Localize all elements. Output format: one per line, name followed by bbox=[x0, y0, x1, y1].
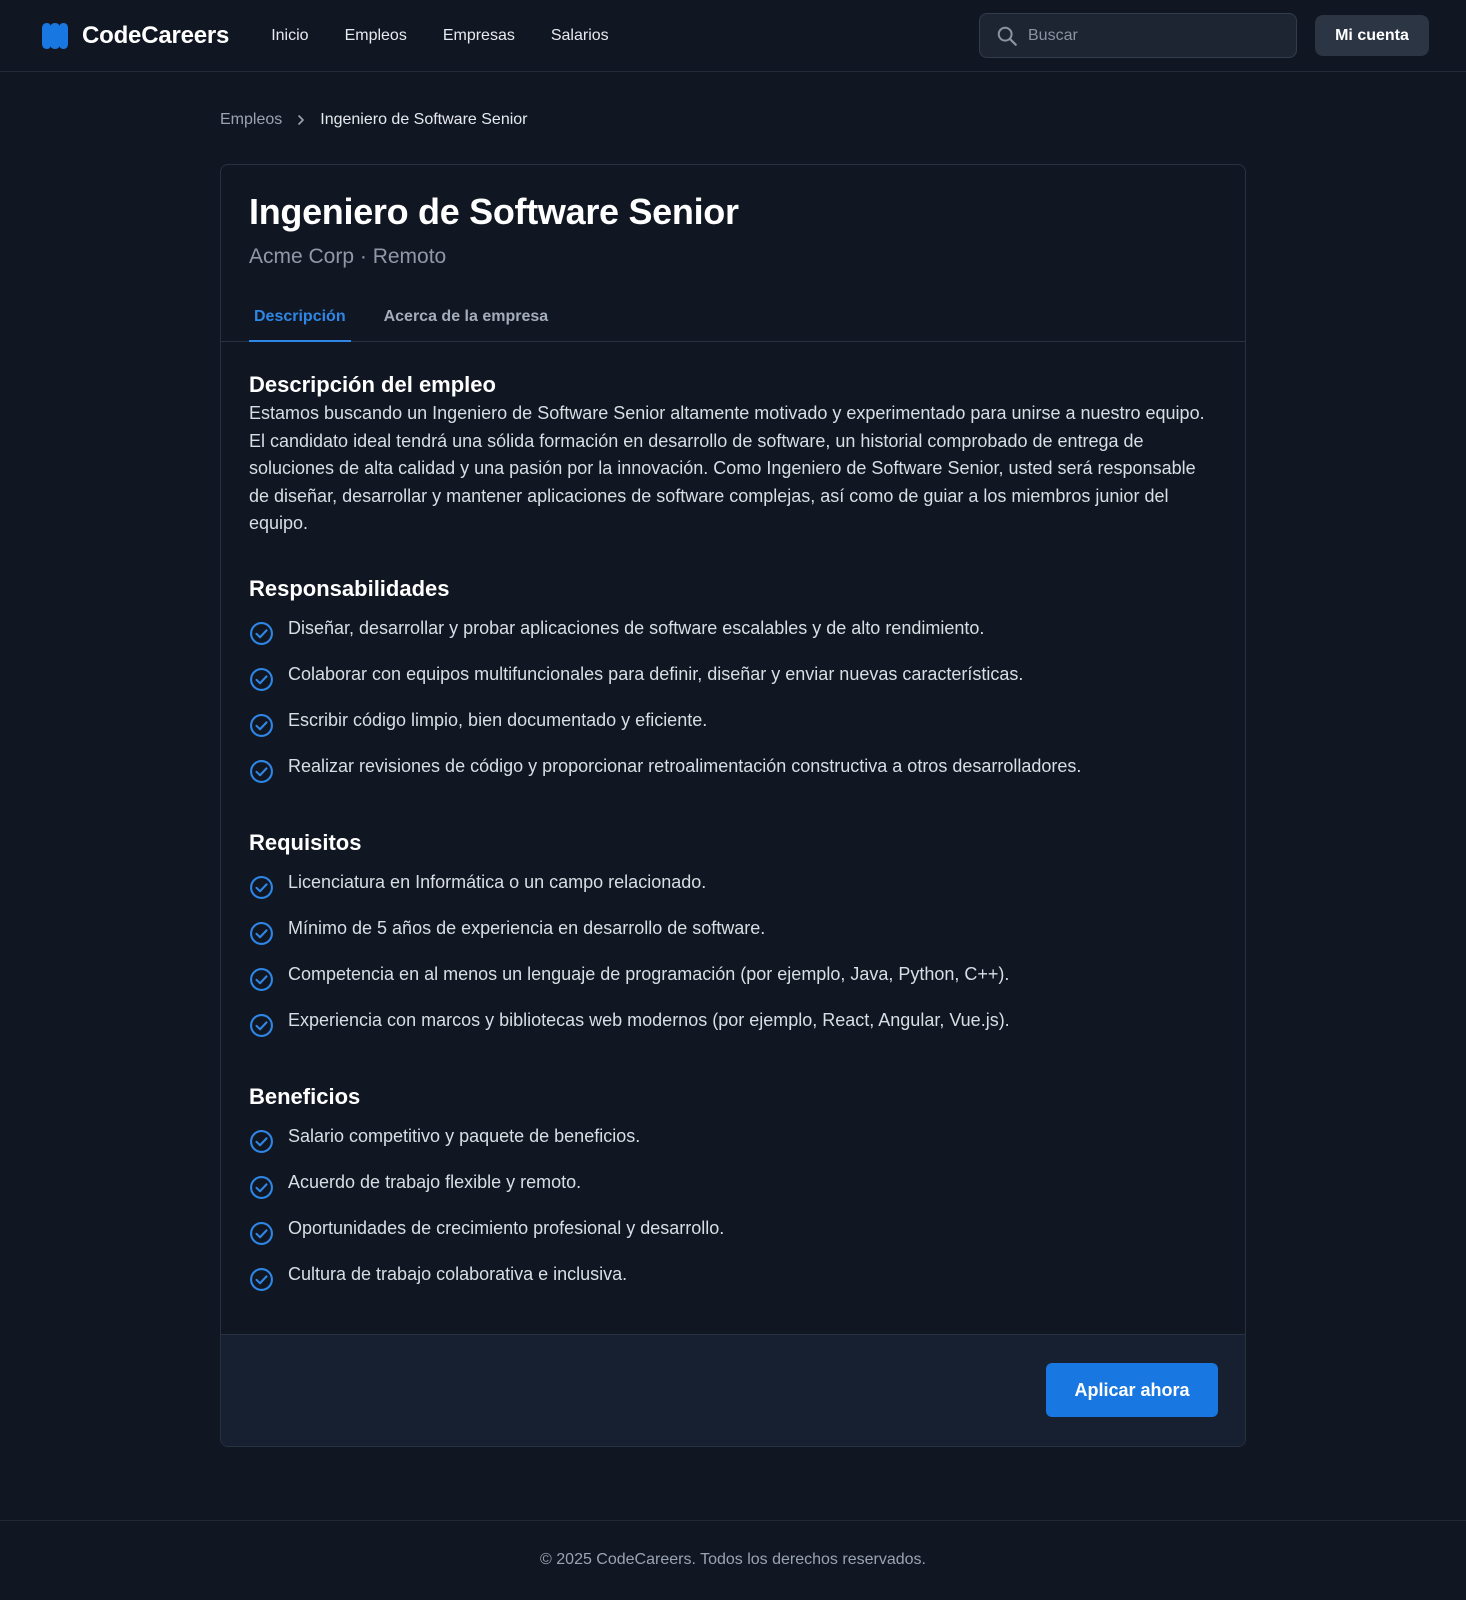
search-icon bbox=[997, 26, 1017, 46]
requirements-title: Requisitos bbox=[249, 829, 362, 855]
check-circle-icon bbox=[250, 875, 273, 899]
requirements-list: Licenciatura en Informática o un campo r… bbox=[249, 872, 1217, 1056]
list-item-text: Realizar revisiones de código y proporci… bbox=[288, 755, 1082, 776]
description-title: Descripción del empleo bbox=[249, 372, 496, 397]
list-item: Cultura de trabajo colaborativa e inclus… bbox=[249, 1264, 1217, 1310]
nav-item-inicio[interactable]: Inicio bbox=[253, 0, 326, 72]
list-item-text: Experiencia con marcos y bibliotecas web… bbox=[288, 1009, 1010, 1030]
account-button[interactable]: Mi cuenta bbox=[1315, 15, 1429, 56]
breadcrumb-link-empleos[interactable]: Empleos bbox=[220, 111, 282, 129]
benefits-title: Beneficios bbox=[249, 1083, 361, 1109]
nav-item-salarios[interactable]: Salarios bbox=[533, 0, 627, 72]
benefits-section: Beneficios Salario competitivo y paquete… bbox=[249, 1084, 1217, 1310]
brand-name: CodeCareers bbox=[82, 21, 230, 49]
chevron-right-icon bbox=[298, 115, 305, 125]
list-item-text: Acuerdo de trabajo flexible y remoto. bbox=[288, 1171, 582, 1192]
list-item: Licenciatura en Informática o un campo r… bbox=[249, 872, 1217, 918]
list-item-text: Cultura de trabajo colaborativa e inclus… bbox=[288, 1263, 628, 1284]
list-item: Realizar revisiones de código y proporci… bbox=[249, 756, 1217, 802]
check-circle-icon bbox=[250, 1129, 273, 1153]
page-footer: © 2025 CodeCareers. Todos los derechos r… bbox=[0, 1520, 1466, 1600]
list-item-text: Licenciatura en Informática o un campo r… bbox=[288, 871, 707, 892]
job-card: Ingeniero de Software Senior Acme Corp ·… bbox=[220, 164, 1246, 1447]
list-item-text: Salario competitivo y paquete de benefic… bbox=[288, 1125, 641, 1146]
nav-item-empleos[interactable]: Empleos bbox=[327, 0, 425, 72]
list-item: Diseñar, desarrollar y probar aplicacion… bbox=[249, 618, 1217, 664]
list-item: Colaborar con equipos multifuncionales p… bbox=[249, 664, 1217, 710]
copyright-text: © 2025 CodeCareers. Todos los derechos r… bbox=[540, 1551, 926, 1568]
list-item: Salario competitivo y paquete de benefic… bbox=[249, 1126, 1217, 1172]
benefits-list: Salario competitivo y paquete de benefic… bbox=[249, 1126, 1217, 1310]
job-tabs: Descripción Acerca de la empresa bbox=[249, 308, 581, 342]
list-item: Experiencia con marcos y bibliotecas web… bbox=[249, 1010, 1217, 1056]
requirements-section: Requisitos Licenciatura en Informática o… bbox=[249, 830, 1217, 1056]
job-card-body: Descripción del empleo Estamos buscando … bbox=[221, 342, 1245, 1310]
responsibilities-list: Diseñar, desarrollar y probar aplicacion… bbox=[249, 618, 1217, 802]
job-card-header: Ingeniero de Software Senior Acme Corp ·… bbox=[221, 165, 1245, 342]
list-item-text: Mínimo de 5 años de experiencia en desar… bbox=[288, 917, 766, 938]
list-item-text: Oportunidades de crecimiento profesional… bbox=[288, 1217, 725, 1238]
list-item: Escribir código limpio, bien documentado… bbox=[249, 710, 1217, 756]
check-circle-icon bbox=[250, 1221, 273, 1245]
nav-item-empresas[interactable]: Empresas bbox=[425, 0, 533, 72]
list-item-text: Colaborar con equipos multifuncionales p… bbox=[288, 663, 1024, 684]
search-input[interactable] bbox=[1028, 26, 1278, 45]
check-circle-icon bbox=[250, 1267, 273, 1291]
tab-descripcion[interactable]: Descripción bbox=[249, 308, 351, 342]
responsibilities-title: Responsabilidades bbox=[249, 575, 450, 601]
check-circle-icon bbox=[250, 921, 273, 945]
job-card-footer: Aplicar ahora bbox=[221, 1334, 1245, 1446]
job-subtitle: Acme Corp · Remoto bbox=[249, 245, 447, 268]
list-item: Mínimo de 5 años de experiencia en desar… bbox=[249, 918, 1217, 964]
list-item-text: Competencia en al menos un lenguaje de p… bbox=[288, 963, 1010, 984]
check-circle-icon bbox=[250, 713, 273, 737]
list-item: Competencia en al menos un lenguaje de p… bbox=[249, 964, 1217, 1010]
check-circle-icon bbox=[250, 1175, 273, 1199]
job-description: Estamos buscando un Ingeniero de Softwar… bbox=[249, 403, 1205, 533]
top-navbar: CodeCareers Inicio Empleos Empresas Sala… bbox=[0, 0, 1466, 72]
job-title: Ingeniero de Software Senior bbox=[249, 191, 739, 232]
apply-now-button[interactable]: Aplicar ahora bbox=[1046, 1363, 1218, 1417]
breadcrumb: Empleos Ingeniero de Software Senior bbox=[220, 111, 528, 129]
tab-acerca-empresa[interactable]: Acerca de la empresa bbox=[379, 308, 554, 342]
responsibilities-section: Responsabilidades Diseñar, desarrollar y… bbox=[249, 576, 1217, 802]
check-circle-icon bbox=[250, 759, 273, 783]
list-item: Oportunidades de crecimiento profesional… bbox=[249, 1218, 1217, 1264]
check-circle-icon bbox=[250, 967, 273, 991]
breadcrumb-current: Ingeniero de Software Senior bbox=[320, 111, 528, 128]
search-box[interactable] bbox=[979, 13, 1297, 58]
codecareers-logo-icon bbox=[42, 22, 68, 49]
list-item-text: Diseñar, desarrollar y probar aplicacion… bbox=[288, 617, 985, 638]
check-circle-icon bbox=[250, 621, 273, 645]
main-nav: Inicio Empleos Empresas Salarios bbox=[253, 0, 626, 72]
check-circle-icon bbox=[250, 1013, 273, 1037]
list-item-text: Escribir código limpio, bien documentado… bbox=[288, 709, 708, 730]
brand-logo[interactable]: CodeCareers bbox=[40, 21, 229, 51]
check-circle-icon bbox=[250, 667, 273, 691]
list-item: Acuerdo de trabajo flexible y remoto. bbox=[249, 1172, 1217, 1218]
